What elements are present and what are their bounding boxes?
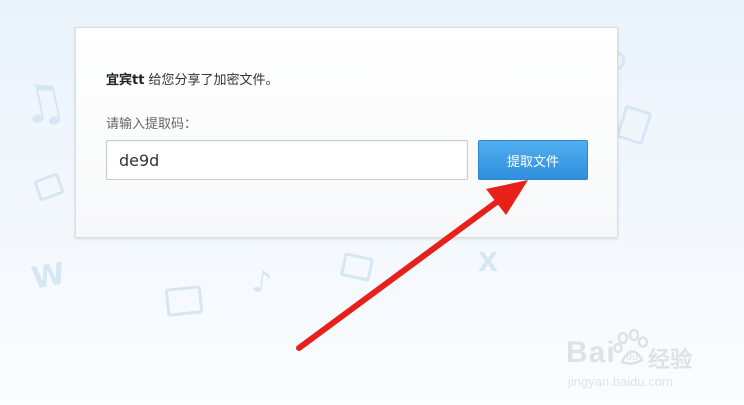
watermark-brand: Bai: [566, 336, 616, 370]
excel-doc-icon: X: [478, 248, 499, 278]
watermark-brand-left: Bai: [566, 336, 616, 369]
picture-icon: [164, 285, 204, 317]
picture-icon: [33, 172, 65, 202]
extract-code-label: 请输入提取码：: [106, 117, 198, 132]
svg-text:du: du: [626, 353, 637, 363]
watermark-jingyan: 经验: [648, 348, 693, 373]
baidu-jingyan-watermark: du Bai 经验 jingyan.baidu.com: [566, 328, 736, 398]
share-message: 给您分享了加密文件。: [148, 73, 279, 88]
document-icon: [615, 104, 653, 146]
baidu-paw-icon: du: [613, 328, 649, 365]
music-note-icon: ♫: [14, 69, 73, 139]
extract-code-input[interactable]: [106, 140, 468, 180]
music-note-icon: ♪: [249, 263, 274, 302]
extract-file-button[interactable]: 提取文件: [478, 140, 588, 180]
watermark-url: jingyan.baidu.com: [568, 374, 673, 389]
word-doc-icon: W: [29, 256, 68, 297]
share-extract-card: 宜宾tt给您分享了加密文件。 请输入提取码： 提取文件: [75, 27, 618, 238]
picture-icon: [339, 252, 375, 282]
share-user-name: 宜宾tt: [106, 73, 145, 88]
share-info: 宜宾tt 给您分享了加密文件。: [106, 69, 278, 88]
